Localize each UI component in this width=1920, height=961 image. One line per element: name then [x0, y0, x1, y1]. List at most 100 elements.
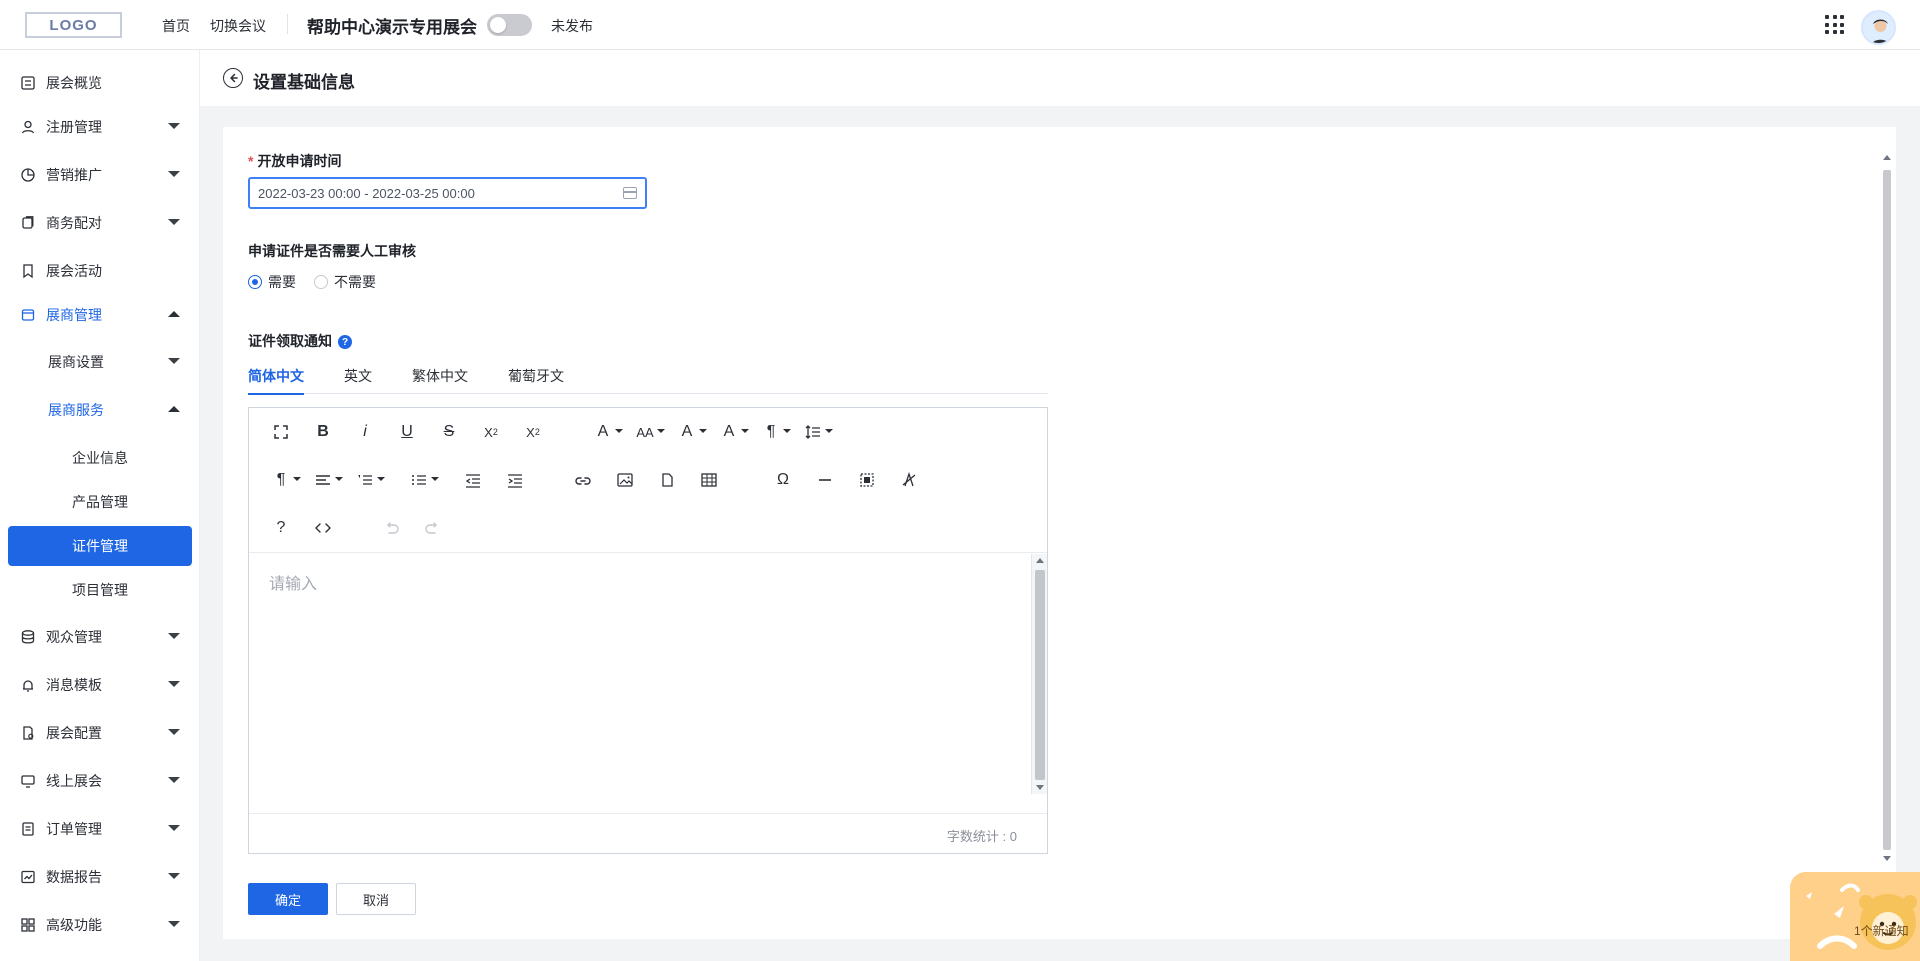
- chevron-down-icon: [168, 219, 180, 225]
- page-scrollbar[interactable]: [1880, 153, 1894, 863]
- tab-portuguese[interactable]: 葡萄牙文: [508, 366, 564, 386]
- sidebar-item-audience-management[interactable]: 观众管理: [8, 617, 192, 657]
- bold-icon[interactable]: B: [309, 420, 337, 444]
- radio-need[interactable]: 需要: [248, 272, 296, 292]
- table-icon[interactable]: [695, 468, 723, 492]
- strikethrough-icon[interactable]: S: [435, 420, 463, 444]
- notification-widget[interactable]: 1个新通知: [1790, 872, 1920, 961]
- line-height-icon[interactable]: [799, 420, 833, 444]
- scroll-up-icon[interactable]: [1883, 155, 1891, 160]
- chevron-down-icon: [168, 729, 180, 735]
- tab-traditional-chinese[interactable]: 繁体中文: [412, 366, 468, 386]
- italic-icon[interactable]: i: [351, 420, 379, 444]
- page-header: [200, 50, 1920, 106]
- cancel-button[interactable]: 取消: [336, 883, 416, 915]
- ordered-list-icon[interactable]: [351, 468, 385, 492]
- avatar[interactable]: [1861, 10, 1896, 45]
- fullscreen-icon[interactable]: [267, 420, 295, 444]
- word-count: 字数统计 : 0: [946, 829, 1017, 844]
- paragraph-style-icon[interactable]: ¶: [757, 420, 791, 444]
- tab-english[interactable]: 英文: [344, 366, 372, 386]
- required-mark: *: [248, 153, 254, 169]
- sidebar-item-expo-config[interactable]: 展会配置: [8, 713, 192, 753]
- font-family-icon[interactable]: A: [589, 420, 623, 444]
- sidebar-item-project-management[interactable]: 项目管理: [8, 570, 192, 610]
- link-icon[interactable]: [569, 468, 597, 492]
- clear-format-icon[interactable]: [895, 468, 923, 492]
- sidebar-item-message-templates[interactable]: 消息模板: [8, 665, 192, 705]
- sidebar-item-marketing[interactable]: 营销推广: [8, 155, 192, 195]
- toggle-knob: [490, 17, 506, 33]
- bell-icon: [23, 680, 33, 692]
- special-character-icon[interactable]: Ω: [769, 468, 797, 492]
- highlight-icon[interactable]: A: [715, 420, 749, 444]
- unordered-list-icon[interactable]: [405, 468, 439, 492]
- publish-toggle[interactable]: [487, 14, 532, 36]
- scroll-down-icon[interactable]: [1036, 785, 1044, 790]
- horizontal-line-icon[interactable]: [811, 468, 839, 492]
- tab-simplified-chinese[interactable]: 简体中文: [248, 366, 304, 386]
- switch-meeting-link[interactable]: 切换会议: [210, 16, 266, 36]
- help-icon[interactable]: ?: [338, 335, 352, 350]
- align-icon[interactable]: [309, 468, 343, 492]
- sidebar-item-advanced[interactable]: 高级功能: [8, 905, 192, 945]
- scroll-down-icon[interactable]: [1883, 856, 1891, 861]
- sidebar-item-business-matching[interactable]: 商务配对: [8, 203, 192, 243]
- editor-content-area[interactable]: 请输入: [249, 554, 1029, 794]
- scroll-thumb[interactable]: [1035, 570, 1045, 780]
- radio-no-need[interactable]: 不需要: [314, 272, 376, 292]
- radio-dot: [314, 275, 328, 289]
- outdent-icon[interactable]: [459, 468, 487, 492]
- chevron-down-icon: [657, 429, 665, 433]
- sidebar-item-exhibitor-services[interactable]: 展商服务: [8, 390, 192, 430]
- editor-scrollbar[interactable]: [1031, 554, 1047, 794]
- sidebar-item-certificate-management[interactable]: 证件管理: [8, 526, 192, 566]
- apps-grid-icon[interactable]: [1825, 15, 1845, 35]
- font-size-icon[interactable]: AA: [631, 420, 665, 444]
- sidebar-item-registration[interactable]: 注册管理: [8, 107, 192, 147]
- underline-icon[interactable]: U: [393, 420, 421, 444]
- logo: LOGO: [25, 12, 122, 38]
- calendar-icon: [623, 187, 637, 199]
- home-link[interactable]: 首页: [162, 16, 190, 36]
- subscript-icon[interactable]: X2: [477, 420, 505, 444]
- sidebar-item-label: 项目管理: [72, 582, 128, 598]
- editor-footer: 字数统计 : 0: [249, 813, 1047, 853]
- chevron-down-icon: [431, 477, 439, 481]
- scroll-thumb[interactable]: [1883, 170, 1891, 850]
- sidebar-item-overview[interactable]: 展会概览: [8, 63, 192, 103]
- dashboard-icon: [21, 76, 35, 90]
- page-title: 设置基础信息: [253, 73, 355, 92]
- top-divider: [287, 14, 288, 34]
- code-view-icon[interactable]: [309, 516, 337, 540]
- image-icon[interactable]: [611, 468, 639, 492]
- superscript-icon[interactable]: X2: [519, 420, 547, 444]
- file-icon[interactable]: [653, 468, 681, 492]
- help-question-icon[interactable]: ?: [267, 516, 295, 540]
- confirm-button[interactable]: 确定: [248, 883, 328, 915]
- sidebar-item-data-report[interactable]: 数据报告: [8, 857, 192, 897]
- sidebar-item-order-management[interactable]: 订单管理: [8, 809, 192, 849]
- sidebar-item-online-expo[interactable]: 线上展会: [8, 761, 192, 801]
- back-icon[interactable]: [223, 68, 243, 88]
- date-range-input[interactable]: 2022-03-23 00:00 - 2022-03-25 00:00: [248, 177, 647, 209]
- sidebar-item-activities[interactable]: 展会活动: [8, 251, 192, 291]
- sidebar-item-company-info[interactable]: 企业信息: [8, 438, 192, 478]
- editor-placeholder: 请输入: [269, 576, 318, 593]
- select-all-icon[interactable]: [853, 468, 881, 492]
- radio-dot: [248, 275, 262, 289]
- sidebar-item-label: 营销推广: [46, 167, 102, 183]
- expo-title: 帮助中心演示专用展会: [307, 18, 477, 37]
- sidebar-item-exhibitor-management[interactable]: 展商管理: [8, 295, 192, 335]
- redo-icon[interactable]: [419, 516, 447, 540]
- sidebar: 展会概览 注册管理 营销推广 商务配对 展会活动 展商管理 展商设置 展商服务 …: [0, 50, 200, 961]
- scroll-up-icon[interactable]: [1036, 558, 1044, 563]
- sidebar-item-product-management[interactable]: 产品管理: [8, 482, 192, 522]
- indent-icon[interactable]: [501, 468, 529, 492]
- undo-icon[interactable]: [377, 516, 405, 540]
- copy-icon: [22, 216, 34, 229]
- paragraph-format-icon[interactable]: ¶: [267, 468, 301, 492]
- user-icon: [21, 120, 35, 134]
- text-color-icon[interactable]: A: [673, 420, 707, 444]
- sidebar-item-exhibitor-settings[interactable]: 展商设置: [8, 342, 192, 382]
